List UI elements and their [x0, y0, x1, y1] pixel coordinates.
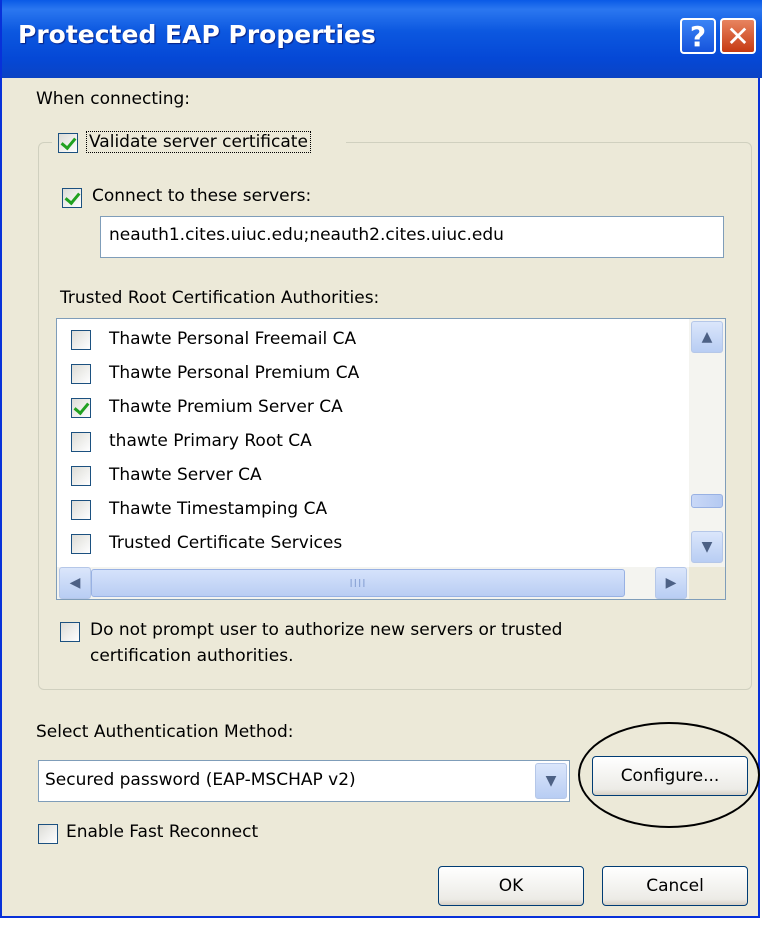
ca-list-item[interactable]: Thawte Server CA: [57, 460, 687, 494]
chevron-right-icon: ▶: [665, 575, 677, 591]
trusted-root-label: Trusted Root Certification Authorities:: [60, 288, 380, 308]
ca-label: Trusted Certificate Services: [109, 533, 343, 553]
do-not-prompt-label-line2: certification authorities.: [90, 646, 294, 666]
scroll-up-button[interactable]: ▲: [691, 321, 723, 353]
auth-method-label: Select Authentication Method:: [36, 722, 294, 742]
connect-servers-checkbox[interactable]: [62, 188, 82, 208]
fast-reconnect-label: Enable Fast Reconnect: [66, 822, 259, 842]
horizontal-scrollbar[interactable]: ◀ IIII ▶: [57, 567, 689, 599]
ca-checkbox[interactable]: [71, 432, 91, 452]
fast-reconnect-checkbox[interactable]: [38, 824, 58, 844]
chevron-up-icon: ▲: [701, 329, 713, 345]
highlight-ellipse: [578, 722, 760, 828]
window-title: Protected EAP Properties: [18, 20, 376, 49]
auth-method-value: Secured password (EAP-MSCHAP v2): [45, 770, 356, 790]
ca-label: Thawte Personal Premium CA: [109, 363, 360, 383]
ca-label: Thawte Server CA: [109, 465, 262, 485]
close-button[interactable]: ✕: [720, 18, 756, 54]
do-not-prompt-checkbox[interactable]: [60, 622, 80, 642]
ca-checkbox[interactable]: [71, 398, 91, 418]
ca-label: Thawte Premium Server CA: [109, 397, 343, 417]
ca-checkbox[interactable]: [71, 500, 91, 520]
ca-listbox[interactable]: Thawte Personal Freemail CA Thawte Perso…: [56, 318, 726, 600]
chevron-down-icon: ▼: [701, 539, 713, 555]
ca-list-item[interactable]: Thawte Personal Freemail CA: [57, 324, 687, 358]
validate-cert-option[interactable]: Validate server certificate: [52, 128, 346, 158]
servers-input[interactable]: neauth1.cites.uiuc.edu;neauth2.cites.uiu…: [100, 216, 724, 258]
servers-input-value: neauth1.cites.uiuc.edu;neauth2.cites.uiu…: [109, 225, 504, 245]
ca-list-item[interactable]: Thawte Personal Premium CA: [57, 358, 687, 392]
grip-icon: IIII: [349, 576, 367, 590]
ca-list-item[interactable]: Thawte Premium Server CA: [57, 392, 687, 426]
cancel-button-label: Cancel: [646, 876, 704, 896]
scrollbar-corner: [689, 567, 725, 599]
ca-list-item[interactable]: Thawte Timestamping CA: [57, 494, 687, 528]
ca-checkbox[interactable]: [71, 466, 91, 486]
do-not-prompt-label-line1: Do not prompt user to authorize new serv…: [90, 620, 563, 640]
chevron-left-icon: ◀: [69, 575, 81, 591]
scroll-down-button[interactable]: ▼: [691, 531, 723, 563]
ca-label: thawte Primary Root CA: [109, 431, 312, 451]
ca-checkbox[interactable]: [71, 364, 91, 384]
chevron-down-icon: ▼: [545, 773, 557, 789]
auth-method-select[interactable]: Secured password (EAP-MSCHAP v2) ▼: [38, 760, 570, 802]
connect-servers-label: Connect to these servers:: [92, 186, 312, 206]
ca-checkbox[interactable]: [71, 534, 91, 554]
ca-checkbox[interactable]: [71, 330, 91, 350]
ok-button-label: OK: [498, 876, 524, 896]
when-connecting-label: When connecting:: [36, 89, 191, 109]
vertical-scrollbar[interactable]: ▲ ▼: [689, 319, 725, 567]
horizontal-scroll-thumb[interactable]: IIII: [91, 569, 625, 597]
help-button[interactable]: ?: [680, 18, 716, 54]
validate-cert-label: Validate server certificate: [86, 131, 311, 153]
ca-list-item[interactable]: Trusted Certificate Services: [57, 528, 687, 562]
validate-cert-checkbox[interactable]: [58, 133, 78, 153]
fast-reconnect-option[interactable]: Enable Fast Reconnect: [38, 820, 318, 848]
cancel-button[interactable]: Cancel: [602, 866, 748, 906]
ok-button[interactable]: OK: [438, 866, 584, 906]
title-bar[interactable]: Protected EAP Properties ? ✕: [2, 0, 762, 78]
scroll-left-button[interactable]: ◀: [59, 567, 91, 599]
ca-list-item[interactable]: thawte Primary Root CA: [57, 426, 687, 460]
help-icon: ?: [689, 19, 707, 53]
connect-servers-option[interactable]: Connect to these servers:: [62, 184, 382, 212]
vertical-scroll-thumb[interactable]: [691, 494, 723, 508]
scroll-right-button[interactable]: ▶: [655, 567, 687, 599]
ca-label: Thawte Timestamping CA: [109, 499, 328, 519]
dropdown-button[interactable]: ▼: [535, 763, 567, 799]
ca-label: Thawte Personal Freemail CA: [109, 329, 357, 349]
close-icon: ✕: [726, 19, 750, 53]
dialog-window: Protected EAP Properties ? ✕ When connec…: [0, 0, 762, 918]
do-not-prompt-option[interactable]: Do not prompt user to authorize new serv…: [60, 618, 680, 674]
